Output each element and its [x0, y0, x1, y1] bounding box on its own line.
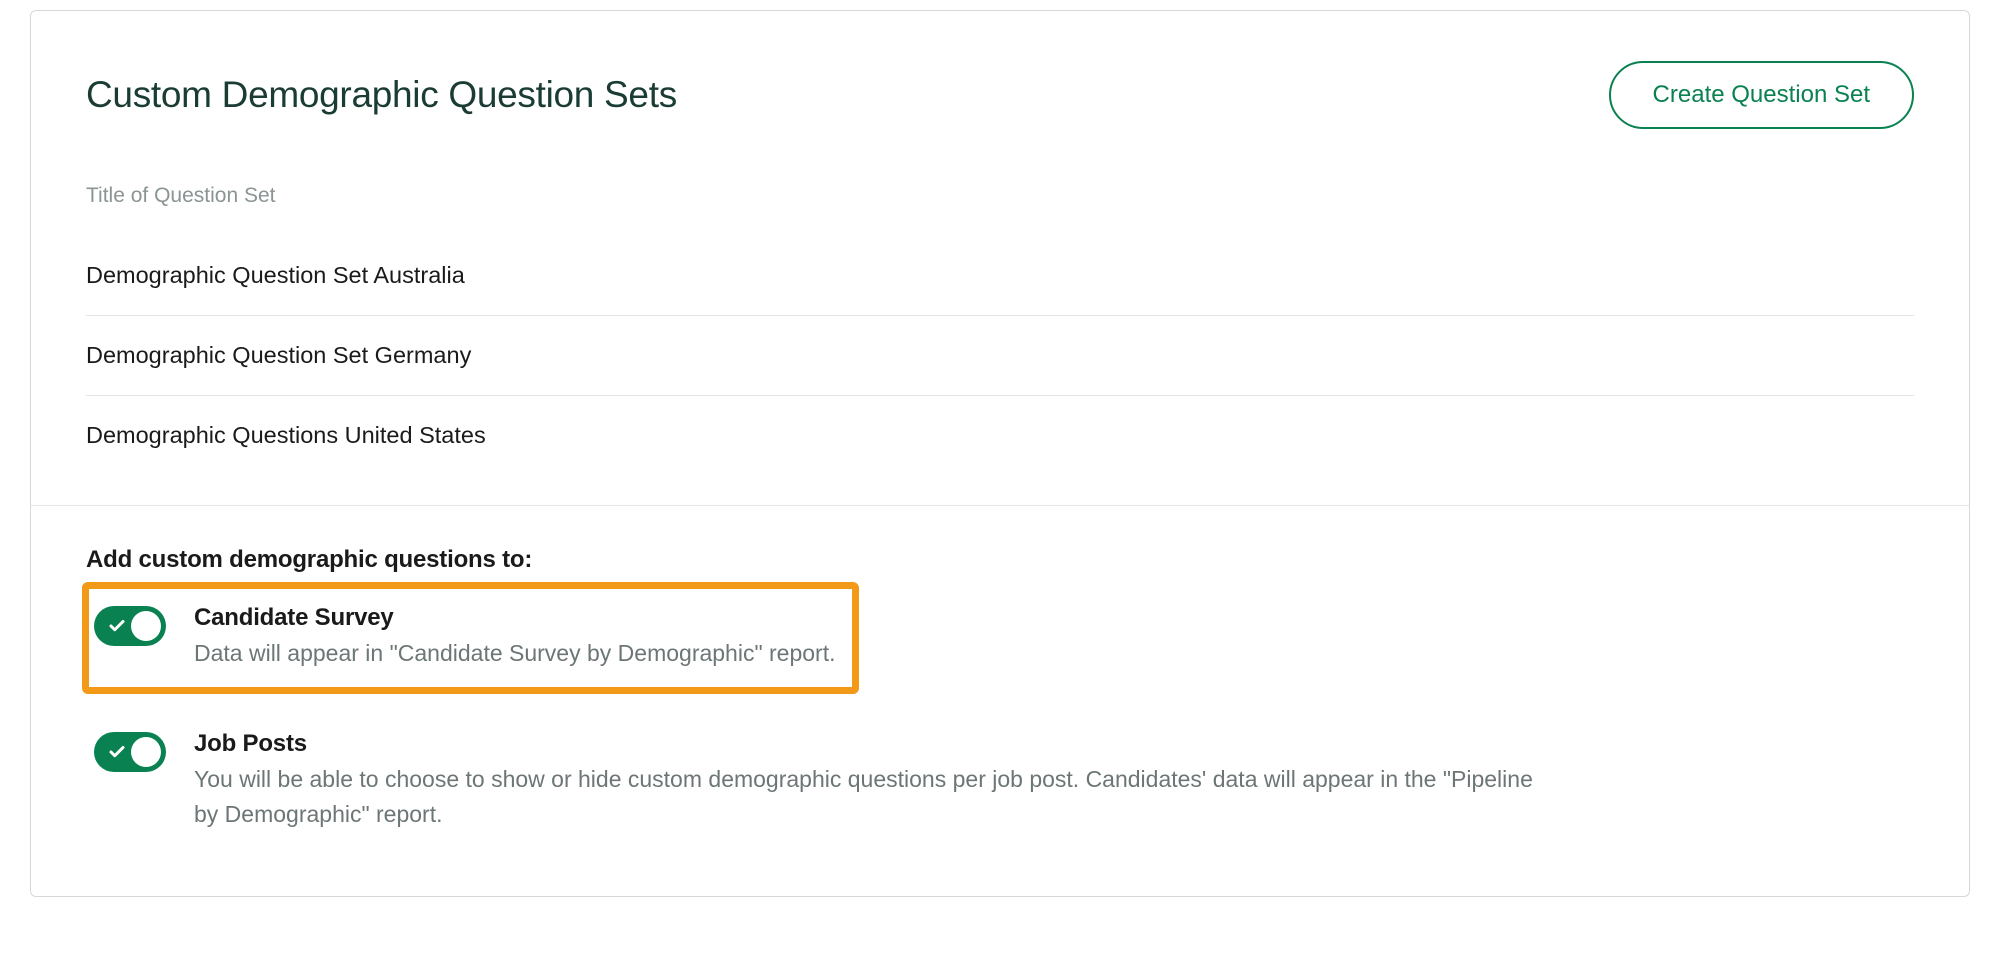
- setting-title: Job Posts: [194, 730, 1906, 758]
- setting-description: You will be able to choose to show or hi…: [194, 762, 1554, 833]
- settings-heading: Add custom demographic questions to:: [86, 546, 1914, 574]
- question-sets-card: Custom Demographic Question Sets Create …: [30, 10, 1970, 897]
- question-set-list: Demographic Question Set Australia Demog…: [86, 236, 1914, 475]
- setting-title: Candidate Survey: [194, 604, 835, 632]
- job-posts-setting: Job Posts You will be able to choose to …: [86, 712, 1914, 851]
- list-column-header: Title of Question Set: [86, 184, 1914, 208]
- question-set-row[interactable]: Demographic Question Set Germany: [86, 316, 1914, 396]
- question-set-row[interactable]: Demographic Question Set Australia: [86, 236, 1914, 316]
- setting-description: Data will appear in "Candidate Survey by…: [194, 636, 835, 672]
- page-title: Custom Demographic Question Sets: [86, 74, 677, 116]
- candidate-survey-toggle[interactable]: [94, 606, 166, 646]
- toggle-knob: [131, 611, 161, 641]
- question-set-row[interactable]: Demographic Questions United States: [86, 396, 1914, 475]
- check-icon: [108, 743, 126, 761]
- candidate-survey-setting: Candidate Survey Data will appear in "Ca…: [86, 586, 855, 690]
- create-question-set-button[interactable]: Create Question Set: [1609, 61, 1914, 129]
- job-posts-toggle[interactable]: [94, 732, 166, 772]
- toggle-knob: [131, 737, 161, 767]
- check-icon: [108, 617, 126, 635]
